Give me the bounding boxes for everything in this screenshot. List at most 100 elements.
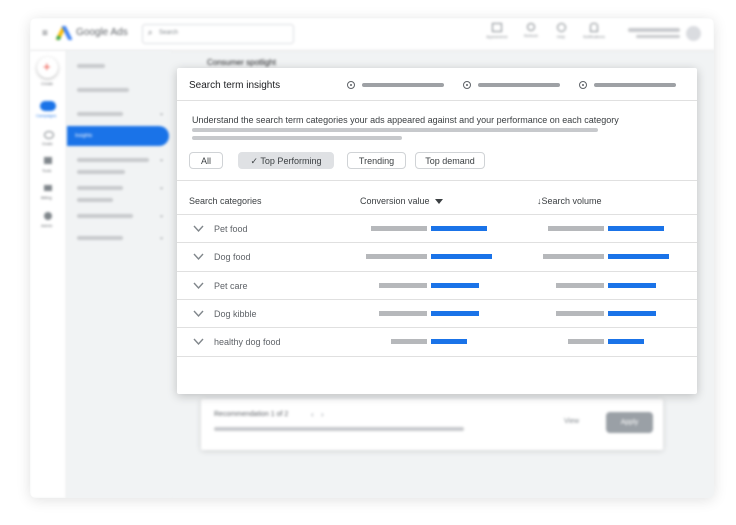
volume-baseline-bar	[556, 283, 604, 288]
top-action-label: Help	[556, 34, 566, 39]
nav-item-placeholder[interactable]	[77, 214, 133, 218]
category-label: Pet care	[214, 281, 248, 291]
apply-button[interactable]: Apply	[606, 412, 653, 433]
top-action-appearance[interactable]: Appearance	[482, 23, 512, 39]
recommendation-card: Recommendation 1 of 2 ‹ › View Apply	[201, 399, 663, 450]
create-button[interactable]: +	[37, 57, 58, 78]
chevron-down-icon[interactable]: ⌄	[159, 184, 164, 191]
nav-item-placeholder[interactable]	[77, 170, 125, 174]
chevron-down-icon[interactable]: ⌄	[159, 156, 164, 163]
icon-rail: + Create Campaigns Goals Tools Billing A…	[30, 51, 67, 498]
volume-baseline-bar	[543, 254, 604, 259]
rail-label-goals: Goals	[42, 141, 53, 146]
radio-option-1[interactable]	[347, 81, 355, 89]
prev-recommendation-button[interactable]: ‹	[311, 410, 314, 419]
nav-item-placeholder[interactable]	[77, 236, 123, 240]
description-line-placeholder	[192, 136, 402, 140]
campaigns-icon[interactable]	[40, 101, 56, 111]
plus-icon: +	[43, 59, 51, 74]
nav-item-placeholder[interactable]	[77, 112, 123, 116]
column-header-conversion-value[interactable]: Conversion value	[360, 196, 444, 206]
chevron-down-icon[interactable]	[193, 225, 204, 233]
search-volume-bar	[608, 339, 644, 344]
side-navigation: ⌄ Insights ⌄ ⌄ ⌄ ⌄	[67, 51, 171, 498]
filter-chip-trending[interactable]: Trending	[347, 152, 406, 169]
radio-option-2[interactable]	[463, 81, 471, 89]
nav-item-placeholder[interactable]	[77, 198, 113, 202]
conversion-baseline-bar	[379, 311, 427, 316]
category-row[interactable]: Pet care	[177, 272, 697, 300]
chevron-down-icon[interactable]	[193, 253, 204, 261]
category-row[interactable]: Dog food	[177, 243, 697, 271]
tools-icon[interactable]	[44, 157, 52, 164]
rail-label-campaigns: Campaigns	[36, 113, 57, 118]
rail-label-billing: Billing	[41, 195, 52, 200]
chevron-down-icon[interactable]	[193, 282, 204, 290]
chevron-down-icon[interactable]: ⌄	[159, 110, 164, 117]
conversion-baseline-bar	[379, 283, 427, 288]
category-row[interactable]: Pet food	[177, 215, 697, 243]
row-divider	[177, 356, 697, 357]
next-recommendation-button[interactable]: ›	[321, 410, 324, 419]
nav-item-placeholder[interactable]	[77, 88, 129, 92]
search-box[interactable]: ⌕ Search	[142, 24, 294, 44]
category-row[interactable]: healthy dog food	[177, 328, 697, 356]
recommendation-label: Recommendation 1 of 2	[214, 411, 289, 418]
nav-item-placeholder[interactable]	[77, 64, 105, 68]
radio-option-2-label-placeholder	[478, 83, 560, 87]
nav-item-placeholder[interactable]	[77, 186, 123, 190]
top-action-notifications[interactable]: Notifications	[576, 23, 612, 39]
admin-icon[interactable]	[44, 212, 52, 220]
description-line-placeholder	[192, 128, 598, 132]
panel-description: Understand the search term categories yo…	[192, 115, 619, 125]
help-icon	[556, 23, 566, 32]
goals-icon[interactable]	[44, 131, 54, 139]
logo-text: Google Ads	[76, 27, 128, 38]
chevron-down-icon[interactable]: ⌄	[159, 212, 164, 219]
account-id-placeholder	[636, 35, 680, 38]
nav-item-insights[interactable]: Insights	[67, 126, 169, 146]
category-label: healthy dog food	[214, 337, 281, 347]
chevron-down-icon[interactable]: ⌄	[159, 234, 164, 241]
volume-baseline-bar	[568, 339, 604, 344]
filter-chip-all[interactable]: All	[189, 152, 223, 169]
search-volume-bar	[608, 311, 656, 316]
conversion-baseline-bar	[391, 339, 427, 344]
filter-chip-top-demand[interactable]: Top demand	[415, 152, 485, 169]
rail-label-create: Create	[41, 81, 54, 86]
conversion-baseline-bar	[371, 226, 427, 231]
divider	[177, 100, 697, 101]
top-action-label: Appearance	[486, 34, 508, 39]
conversion-value-bar	[431, 226, 487, 231]
radio-option-1-label-placeholder	[362, 83, 444, 87]
nav-item-placeholder[interactable]	[77, 158, 149, 162]
search-term-insights-panel: Search term insights Understand the sear…	[177, 68, 697, 394]
menu-icon[interactable]: ≡	[42, 28, 48, 39]
search-icon: ⌕	[148, 28, 153, 37]
category-label: Pet food	[214, 224, 248, 234]
column-header-search-volume[interactable]: ↓Search volume	[537, 196, 602, 206]
panel-title: Search term insights	[189, 80, 281, 91]
view-button[interactable]: View	[564, 418, 579, 425]
avatar[interactable]	[686, 26, 701, 41]
category-label: Dog food	[214, 252, 251, 262]
chevron-down-icon[interactable]	[193, 338, 204, 346]
volume-baseline-bar	[548, 226, 604, 231]
radio-option-3[interactable]	[579, 81, 587, 89]
top-action-help[interactable]: Help	[550, 23, 572, 39]
billing-icon[interactable]	[44, 185, 52, 191]
category-row[interactable]: Dog kibble	[177, 300, 697, 328]
top-action-refresh[interactable]: Refresh	[518, 23, 544, 38]
filter-chip-top-performing[interactable]: ✓ Top Performing	[238, 152, 334, 169]
account-name-placeholder	[628, 28, 680, 32]
refresh-icon	[527, 23, 535, 31]
bell-icon	[590, 23, 598, 32]
divider	[177, 180, 697, 181]
category-label: Dog kibble	[214, 309, 257, 319]
rail-label-admin: Admin	[41, 223, 53, 228]
search-volume-bar	[608, 226, 664, 231]
conversion-baseline-bar	[366, 254, 427, 259]
column-header-search-categories[interactable]: Search categories	[189, 196, 262, 206]
google-ads-logo-icon	[56, 26, 72, 40]
chevron-down-icon[interactable]	[193, 310, 204, 318]
